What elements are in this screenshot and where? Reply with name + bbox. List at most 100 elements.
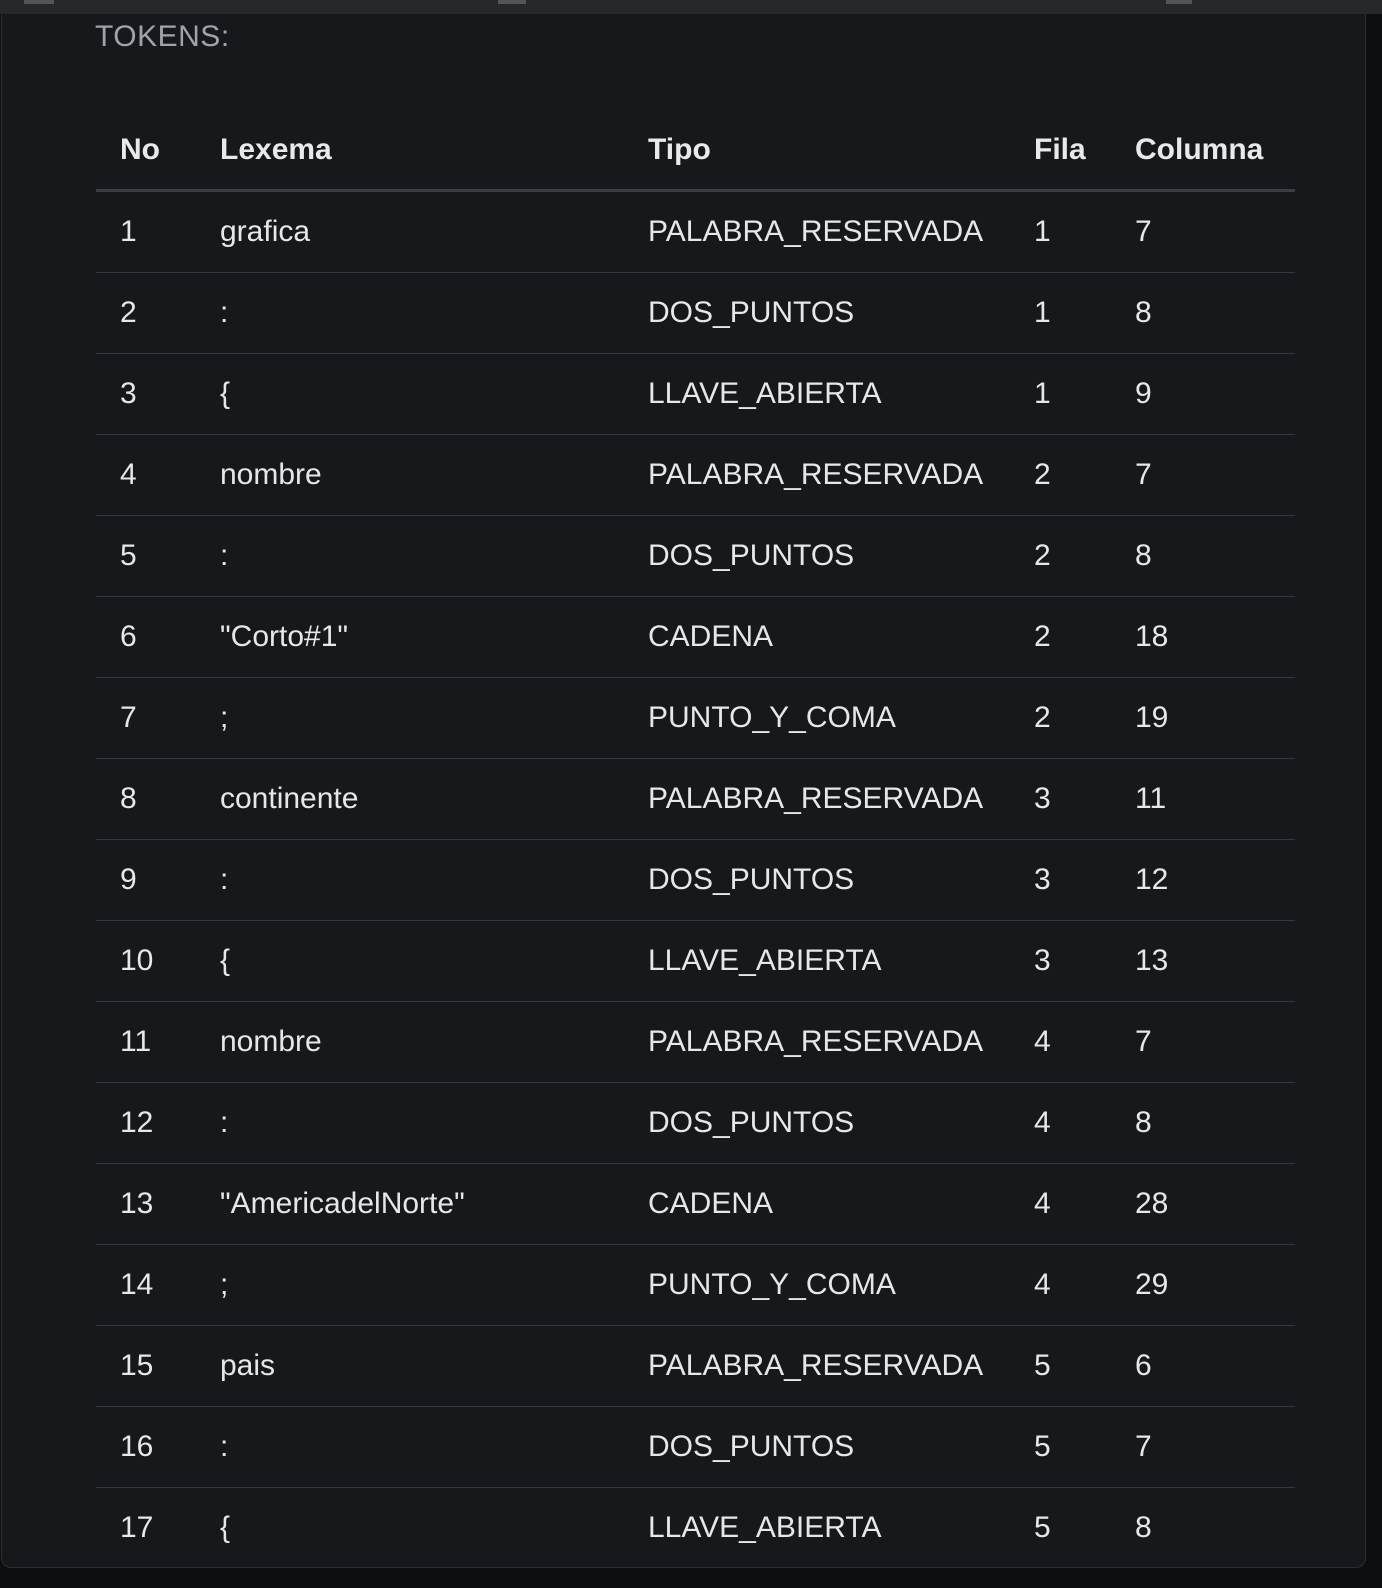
- top-bar-marker: [24, 0, 54, 4]
- cell-columna: 7: [1111, 1001, 1295, 1083]
- cell-no: 16: [96, 1406, 196, 1488]
- cell-no: 17: [96, 1487, 196, 1567]
- cell-tipo: PALABRA_RESERVADA: [624, 758, 1010, 840]
- cell-fila: 5: [1010, 1406, 1111, 1488]
- cell-columna: 7: [1111, 190, 1295, 273]
- cell-no: 14: [96, 1244, 196, 1326]
- tokens-table: No Lexema Tipo Fila Columna 1 grafica PA…: [96, 111, 1295, 1567]
- top-bar-marker: [498, 0, 526, 4]
- cell-tipo: LLAVE_ABIERTA: [624, 353, 1010, 435]
- table-row: 15 pais PALABRA_RESERVADA 5 6: [96, 1325, 1295, 1407]
- cell-tipo: CADENA: [624, 1163, 1010, 1245]
- table-row: 4 nombre PALABRA_RESERVADA 2 7: [96, 434, 1295, 516]
- cell-no: 12: [96, 1082, 196, 1164]
- cell-lexema: :: [196, 1082, 624, 1164]
- column-header-tipo: Tipo: [624, 111, 1010, 192]
- cell-tipo: DOS_PUNTOS: [624, 1406, 1010, 1488]
- cell-no: 4: [96, 434, 196, 516]
- cell-tipo: CADENA: [624, 596, 1010, 678]
- cell-no: 8: [96, 758, 196, 840]
- table-header-row: No Lexema Tipo Fila Columna: [96, 111, 1295, 192]
- table-row: 5 : DOS_PUNTOS 2 8: [96, 515, 1295, 597]
- table-body: 1 grafica PALABRA_RESERVADA 1 7 2 : DOS_…: [96, 190, 1295, 1567]
- cell-fila: 4: [1010, 1082, 1111, 1164]
- cell-fila: 5: [1010, 1487, 1111, 1567]
- cell-fila: 1: [1010, 353, 1111, 435]
- table-row: 9 : DOS_PUNTOS 3 12: [96, 839, 1295, 921]
- cell-no: 13: [96, 1163, 196, 1245]
- cell-columna: 9: [1111, 353, 1295, 435]
- cell-fila: 3: [1010, 920, 1111, 1002]
- cell-tipo: DOS_PUNTOS: [624, 1082, 1010, 1164]
- top-bar-marker: [1166, 0, 1192, 4]
- cell-lexema: :: [196, 272, 624, 354]
- cell-no: 3: [96, 353, 196, 435]
- cell-fila: 2: [1010, 677, 1111, 759]
- cell-no: 1: [96, 190, 196, 273]
- cell-fila: 2: [1010, 515, 1111, 597]
- table-row: 7 ; PUNTO_Y_COMA 2 19: [96, 677, 1295, 759]
- cell-fila: 4: [1010, 1001, 1111, 1083]
- column-header-columna: Columna: [1111, 111, 1295, 192]
- cell-lexema: ;: [196, 1244, 624, 1326]
- cell-fila: 5: [1010, 1325, 1111, 1407]
- cell-lexema: pais: [196, 1325, 624, 1407]
- cell-columna: 12: [1111, 839, 1295, 921]
- cell-columna: 13: [1111, 920, 1295, 1002]
- table-row: 16 : DOS_PUNTOS 5 7: [96, 1406, 1295, 1488]
- cell-lexema: "AmericadelNorte": [196, 1163, 624, 1245]
- cell-columna: 6: [1111, 1325, 1295, 1407]
- table-row: 10 { LLAVE_ABIERTA 3 13: [96, 920, 1295, 1002]
- cell-tipo: PALABRA_RESERVADA: [624, 1001, 1010, 1083]
- cell-fila: 4: [1010, 1244, 1111, 1326]
- cell-tipo: PALABRA_RESERVADA: [624, 190, 1010, 273]
- table-row: 1 grafica PALABRA_RESERVADA 1 7: [96, 190, 1295, 273]
- cell-fila: 3: [1010, 758, 1111, 840]
- cell-fila: 2: [1010, 596, 1111, 678]
- cell-columna: 8: [1111, 272, 1295, 354]
- cell-no: 9: [96, 839, 196, 921]
- cell-fila: 1: [1010, 272, 1111, 354]
- table-row: 17 { LLAVE_ABIERTA 5 8: [96, 1487, 1295, 1567]
- cell-no: 15: [96, 1325, 196, 1407]
- cell-columna: 8: [1111, 1082, 1295, 1164]
- cell-lexema: :: [196, 515, 624, 597]
- cell-lexema: ;: [196, 677, 624, 759]
- cell-fila: 2: [1010, 434, 1111, 516]
- right-gutter: [1366, 14, 1382, 1588]
- cell-columna: 19: [1111, 677, 1295, 759]
- cell-columna: 7: [1111, 434, 1295, 516]
- table-row: 11 nombre PALABRA_RESERVADA 4 7: [96, 1001, 1295, 1083]
- cell-columna: 29: [1111, 1244, 1295, 1326]
- report-panel: TOKENS: No Lexema Tipo Fila Columna 1 gr…: [1, 14, 1366, 1568]
- cell-columna: 8: [1111, 1487, 1295, 1567]
- section-title: TOKENS:: [95, 20, 230, 53]
- cell-tipo: DOS_PUNTOS: [624, 839, 1010, 921]
- cell-lexema: nombre: [196, 434, 624, 516]
- cell-lexema: grafica: [196, 190, 624, 273]
- cell-tipo: DOS_PUNTOS: [624, 515, 1010, 597]
- cell-no: 10: [96, 920, 196, 1002]
- cell-no: 7: [96, 677, 196, 759]
- cell-columna: 11: [1111, 758, 1295, 840]
- cell-lexema: {: [196, 353, 624, 435]
- window-top-bar: [0, 0, 1382, 14]
- cell-columna: 28: [1111, 1163, 1295, 1245]
- column-header-fila: Fila: [1010, 111, 1111, 192]
- cell-columna: 8: [1111, 515, 1295, 597]
- table-row: 6 "Corto#1" CADENA 2 18: [96, 596, 1295, 678]
- cell-fila: 1: [1010, 190, 1111, 273]
- cell-lexema: :: [196, 839, 624, 921]
- cell-tipo: DOS_PUNTOS: [624, 272, 1010, 354]
- table-row: 8 continente PALABRA_RESERVADA 3 11: [96, 758, 1295, 840]
- column-header-no: No: [96, 111, 196, 192]
- cell-columna: 18: [1111, 596, 1295, 678]
- cell-no: 11: [96, 1001, 196, 1083]
- cell-columna: 7: [1111, 1406, 1295, 1488]
- table-row: 2 : DOS_PUNTOS 1 8: [96, 272, 1295, 354]
- cell-tipo: PALABRA_RESERVADA: [624, 1325, 1010, 1407]
- cell-tipo: LLAVE_ABIERTA: [624, 1487, 1010, 1567]
- cell-lexema: {: [196, 1487, 624, 1567]
- table-row: 3 { LLAVE_ABIERTA 1 9: [96, 353, 1295, 435]
- cell-tipo: PUNTO_Y_COMA: [624, 677, 1010, 759]
